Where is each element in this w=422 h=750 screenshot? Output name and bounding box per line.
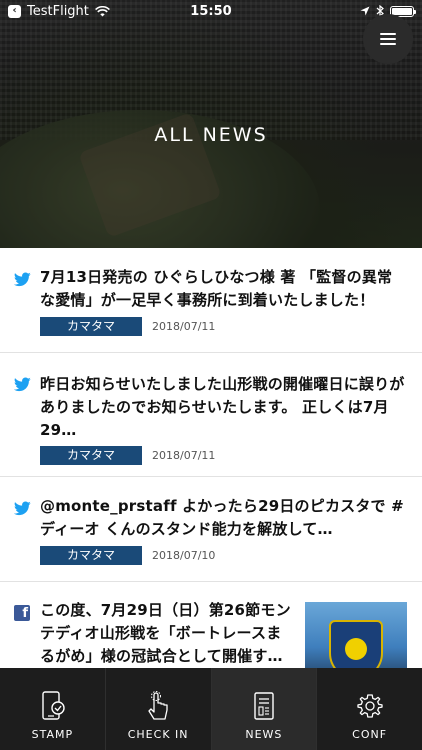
stamp-phone-icon <box>42 691 66 720</box>
news-item[interactable]: 昨日お知らせいたしました山形戦の開催曜日に誤りがありましたのでお知らせいたします… <box>0 353 422 477</box>
check-in-hand-icon <box>148 691 168 720</box>
tab-bar: STAMP CHECK IN NEWS CONF <box>0 668 422 750</box>
gear-icon <box>356 694 383 718</box>
facebook-icon: f <box>14 605 30 621</box>
menu-button[interactable] <box>363 14 413 64</box>
news-date: 2018/07/10 <box>152 549 216 562</box>
tab-label: CHECK IN <box>127 728 189 741</box>
news-list: 7月13日発売の ひぐらしひなつ様 著 「監督の異常な愛情」が一足早く事務所に到… <box>0 248 422 702</box>
twitter-icon <box>13 272 31 291</box>
back-arrow-icon[interactable]: ‹ <box>8 4 21 18</box>
status-bar: ‹ TestFlight 15:50 <box>0 0 422 22</box>
hamburger-icon <box>380 33 396 45</box>
news-title: 7月13日発売の ひぐらしひなつ様 著 「監督の異常な愛情」が一足早く事務所に到… <box>40 268 393 309</box>
wifi-icon <box>94 5 110 16</box>
news-tag: カマタマ <box>40 446 142 465</box>
news-date: 2018/07/11 <box>152 320 216 333</box>
tab-label: STAMP <box>31 728 74 741</box>
news-item[interactable]: 7月13日発売の ひぐらしひなつ様 著 「監督の異常な愛情」が一足早く事務所に到… <box>0 248 422 353</box>
news-tag: カマタマ <box>40 546 142 565</box>
news-title: @monte_prstaff よかったら29日のピカスタで #ディーオ くんのス… <box>40 497 404 538</box>
page-title: ALL NEWS <box>154 124 268 146</box>
news-document-icon <box>254 692 274 720</box>
back-app-label[interactable]: TestFlight <box>27 4 89 19</box>
location-arrow-icon <box>360 6 370 16</box>
twitter-icon <box>13 501 31 520</box>
tab-label: CONF <box>352 728 388 741</box>
tab-check-in[interactable]: CHECK IN <box>106 668 212 750</box>
news-date: 2018/07/11 <box>152 449 216 462</box>
tab-stamp[interactable]: STAMP <box>0 668 106 750</box>
twitter-icon <box>13 377 31 396</box>
tab-conf[interactable]: CONF <box>317 668 422 750</box>
news-title: 昨日お知らせいたしました山形戦の開催曜日に誤りがありましたのでお知らせいたします… <box>40 375 405 439</box>
hero-header: ALL NEWS <box>0 0 422 248</box>
tab-label: NEWS <box>245 728 283 741</box>
news-tag: カマタマ <box>40 317 142 336</box>
news-item[interactable]: @monte_prstaff よかったら29日のピカスタで #ディーオ くんのス… <box>0 477 422 582</box>
tab-news[interactable]: NEWS <box>211 668 318 750</box>
news-title: この度、7月29日（日）第26節モンテディオ山形戦を「ボートレースまるがめ」様の… <box>40 601 291 665</box>
